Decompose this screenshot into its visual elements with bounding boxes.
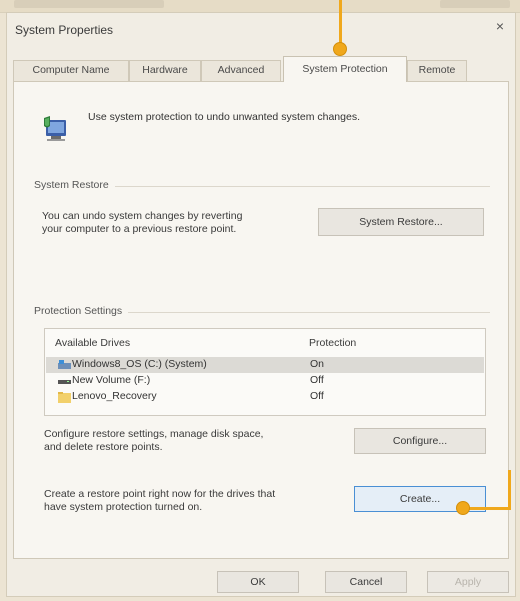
callout-line-create [466,507,510,510]
system-restore-button[interactable]: System Restore... [318,208,484,236]
create-description-line1: Create a restore point right now for the… [44,488,276,500]
create-description: Create a restore point right now for the… [44,488,275,514]
ok-button[interactable]: OK [217,571,299,593]
drive-protection-status: Off [310,374,324,386]
callout-line-tab [339,0,342,46]
system-restore-description-line1: You can undo system changes by reverting [42,210,243,222]
configure-description-line1: Configure restore settings, manage disk … [44,428,264,440]
tab-hardware[interactable]: Hardware [129,60,201,81]
system-protection-panel: Use system protection to undo unwanted s… [13,81,509,559]
configure-description-line2: and delete restore points. [44,441,163,453]
column-header-drives[interactable]: Available Drives [55,337,130,349]
callout-dot-create [456,501,470,515]
obscured-window-title [14,0,164,8]
obscured-window-controls [440,0,510,8]
callout-line-create-vertical [508,470,511,510]
configure-button[interactable]: Configure... [354,428,486,454]
drive-name: Lenovo_Recovery [72,390,157,402]
drive-name: Windows8_OS (C:) (System) [72,358,207,370]
apply-button[interactable]: Apply [427,571,509,593]
close-icon[interactable]: × [493,19,507,33]
drive-name: New Volume (F:) [72,374,151,386]
folder-drive-icon [58,392,71,406]
system-protection-shield-icon [40,112,72,144]
drive-row-new-volume[interactable]: New Volume (F:) Off [46,373,484,389]
system-restore-group-label: System Restore [34,179,115,191]
drive-row-windows8-os[interactable]: Windows8_OS (C:) (System) On [46,357,484,373]
drives-listbox[interactable]: Available Drives Protection Windows8_OS … [44,328,486,416]
intro-text: Use system protection to undo unwanted s… [88,111,360,123]
create-description-line2: have system protection turned on. [44,501,203,513]
system-restore-description: You can undo system changes by reverting… [42,210,242,236]
system-restore-description-line2: your computer to a previous restore poin… [42,223,237,235]
column-header-protection[interactable]: Protection [309,337,356,349]
system-drive-icon [58,360,71,373]
drive-protection-status: On [310,358,325,370]
cancel-button[interactable]: Cancel [325,571,407,593]
drive-protection-status: Off [310,390,324,402]
tab-computer-name[interactable]: Computer Name [13,60,129,81]
drive-row-lenovo-recovery[interactable]: Lenovo_Recovery Off [46,389,484,405]
configure-description: Configure restore settings, manage disk … [44,428,263,454]
system-properties-dialog: System Properties × Computer Name Hardwa… [6,12,516,597]
callout-dot-tab [333,42,347,56]
tab-system-protection[interactable]: System Protection [283,56,407,82]
tab-advanced[interactable]: Advanced [201,60,281,81]
drive-icon [58,376,71,389]
dialog-title: System Properties [15,23,114,37]
tab-remote[interactable]: Remote [407,60,467,81]
protection-settings-group-label: Protection Settings [34,305,129,317]
